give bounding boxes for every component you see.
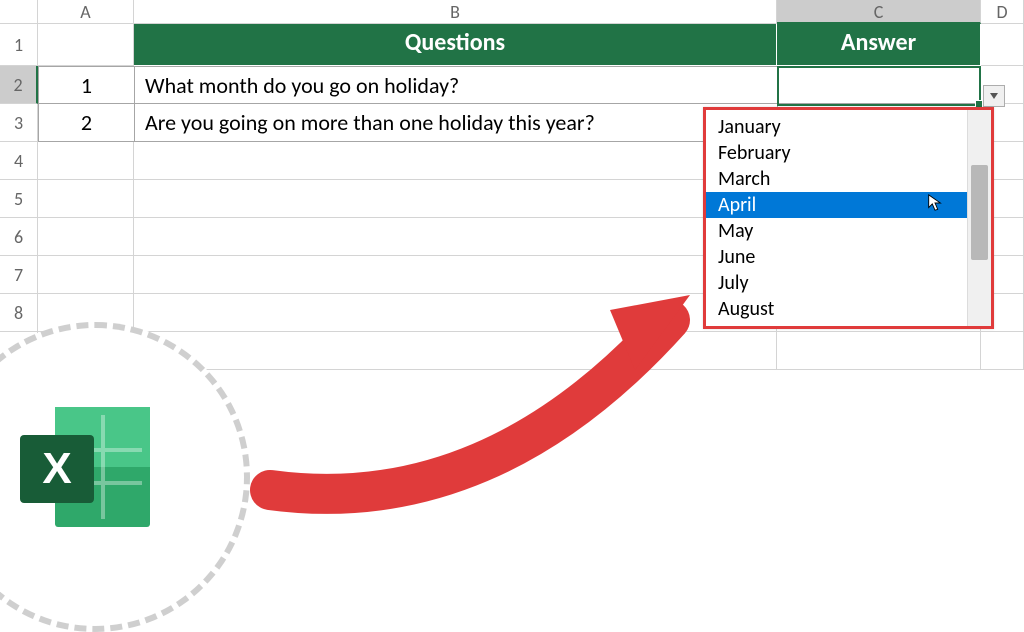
excel-x-letter: X [20,435,94,503]
dropdown-option[interactable]: February [706,140,967,166]
dropdown-option[interactable]: May [706,218,967,244]
dropdown-scrollbar[interactable] [967,110,991,326]
excel-icon: X [20,407,150,527]
cell-B2[interactable]: What month do you go on holiday? [134,66,777,104]
questions-header[interactable]: Questions [134,24,777,66]
cell-B7[interactable] [134,256,777,294]
dropdown-option[interactable]: March [706,166,967,192]
row-header-5[interactable]: 5 [0,180,38,218]
column-header-B[interactable]: B [134,0,777,24]
dropdown-option[interactable]: August [706,296,967,322]
cell-A5[interactable] [38,180,134,218]
row-header-6[interactable]: 6 [0,218,38,256]
cell-A2[interactable]: 1 [38,66,134,104]
cell-C9[interactable] [777,332,981,370]
cell-D9[interactable] [981,332,1024,370]
dropdown-list: January February March April May June Ju… [706,110,967,326]
cell-A1[interactable] [38,24,134,66]
row-header-2[interactable]: 2 [0,66,38,104]
cell-A6[interactable] [38,218,134,256]
cell-A7[interactable] [38,256,134,294]
cell-A3[interactable]: 2 [38,104,134,142]
cell-C2-answer[interactable] [777,66,981,104]
row-header-1[interactable]: 1 [0,24,38,66]
cell-B4[interactable] [134,142,777,180]
scrollbar-thumb[interactable] [971,165,988,260]
dropdown-option[interactable]: July [706,270,967,296]
row-header-7[interactable]: 7 [0,256,38,294]
column-header-D[interactable]: D [981,0,1024,24]
column-headers: A B C D [0,0,1024,24]
row-header-3[interactable]: 3 [0,104,38,142]
row-header-8[interactable]: 8 [0,294,38,332]
dropdown-option[interactable]: June [706,244,967,270]
corner-cell[interactable] [0,0,38,24]
cell-A4[interactable] [38,142,134,180]
dropdown-option-highlighted[interactable]: April [706,192,967,218]
cell-B3[interactable]: Are you going on more than one holiday t… [134,104,777,142]
column-header-A[interactable]: A [38,0,134,24]
cell-B9[interactable] [134,332,777,370]
cell-B6[interactable] [134,218,777,256]
dropdown-option[interactable]: January [706,114,967,140]
row-header-4[interactable]: 4 [0,142,38,180]
dropdown-arrow-icon[interactable] [983,85,1005,107]
cursor-icon [927,194,943,212]
cell-B8[interactable] [134,294,777,332]
dropdown-option-label: April [718,193,756,217]
data-validation-dropdown[interactable]: January February March April May June Ju… [703,107,994,329]
spreadsheet-grid[interactable]: A B C D 1 Questions Answer 2 1 What mont… [0,0,1024,572]
table-row: 2 1 What month do you go on holiday? [0,66,1024,104]
header-row: 1 Questions Answer [0,24,1024,66]
column-header-C[interactable]: C [777,0,981,24]
answer-header[interactable]: Answer [777,24,981,66]
cell-D1[interactable] [981,24,1024,66]
cell-B5[interactable] [134,180,777,218]
